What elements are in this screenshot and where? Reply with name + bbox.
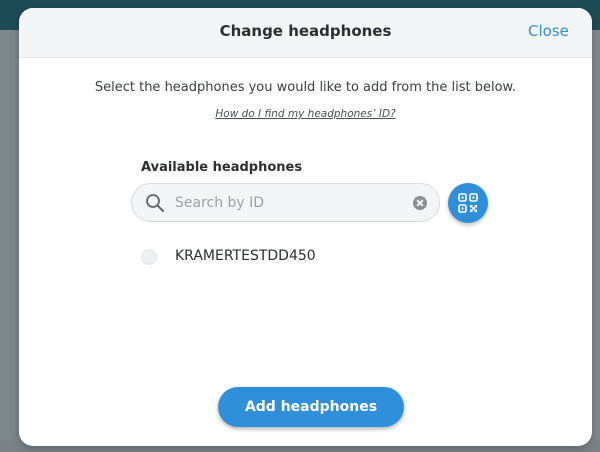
background-left-panel (0, 30, 9, 452)
scan-qr-button[interactable] (448, 183, 488, 223)
search-input[interactable] (175, 192, 395, 214)
search-box[interactable] (131, 183, 440, 222)
add-headphones-button[interactable]: Add headphones (218, 387, 404, 427)
headphones-list-item[interactable]: KRAMERTESTDD450 (141, 244, 461, 270)
search-icon (146, 194, 164, 212)
available-headphones-label: Available headphones (141, 160, 303, 175)
headphones-radio[interactable] (141, 249, 157, 265)
headphones-id-label: KRAMERTESTDD450 (175, 248, 316, 264)
clear-icon[interactable] (413, 196, 427, 210)
dialog-title: Change headphones (219, 22, 392, 40)
instruction-text: Select the headphones you would like to … (94, 80, 517, 95)
qr-code-icon (458, 193, 478, 213)
close-button[interactable]: Close (528, 22, 569, 40)
background-right-panel (591, 30, 600, 452)
change-headphones-dialog: Change headphones Close Select the headp… (19, 8, 592, 446)
help-link-find-id[interactable]: How do I find my headphones’ ID? (19, 108, 592, 120)
dialog-header: Change headphones Close (19, 8, 592, 58)
